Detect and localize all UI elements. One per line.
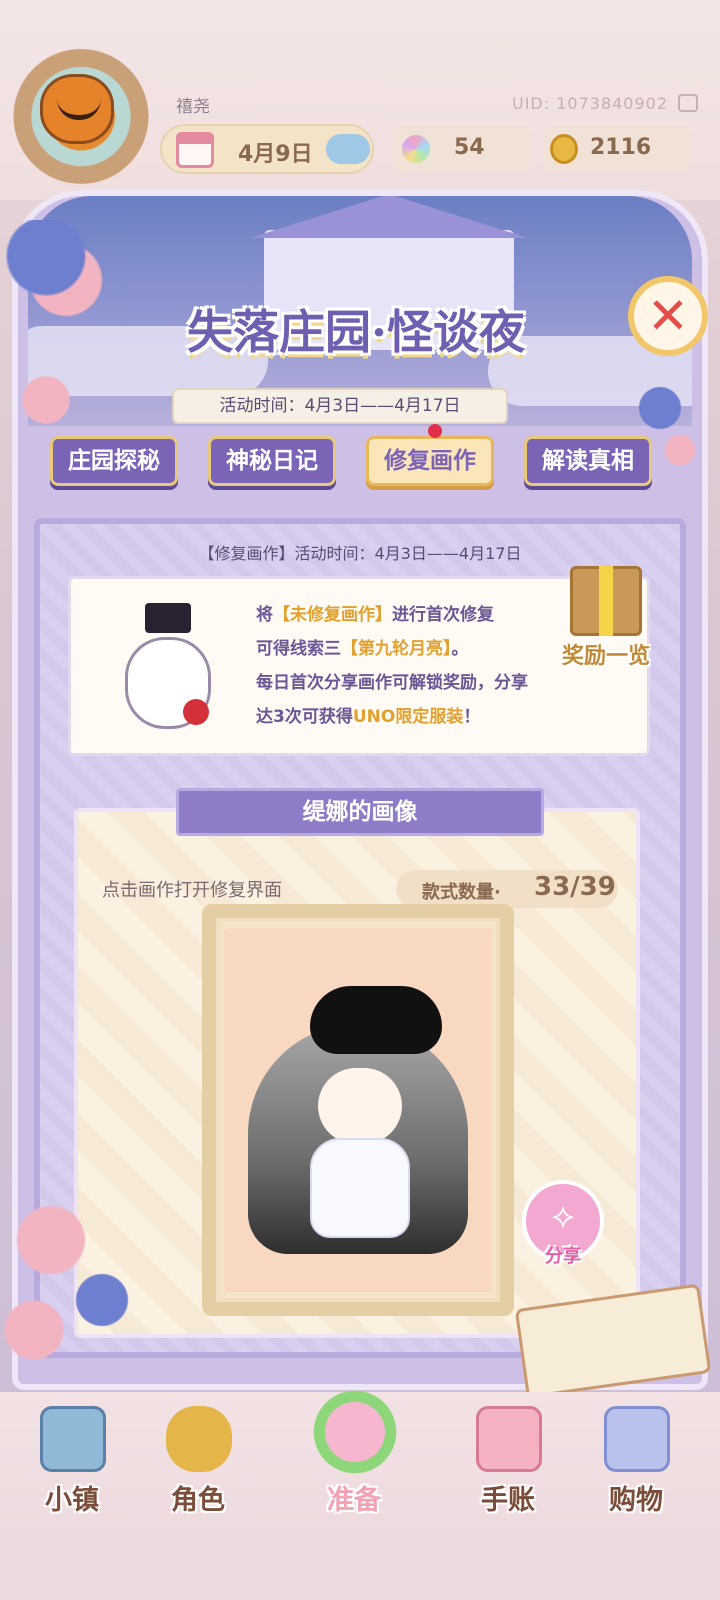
date-text: 4月9日 <box>238 142 313 167</box>
notification-dot <box>428 424 442 438</box>
portrait-beret <box>310 986 442 1054</box>
flower-decoration <box>0 1180 170 1380</box>
nav-town-label: 小镇 <box>45 1485 99 1516</box>
player-avatar[interactable] <box>6 34 156 184</box>
reward-list-button[interactable]: 奖励一览 <box>546 550 666 680</box>
gem-counter[interactable]: 54 <box>394 126 530 172</box>
gift-box-icon <box>570 566 642 636</box>
date-display[interactable]: 4月9日 <box>160 124 374 174</box>
nav-prepare-label: 准备 <box>327 1485 381 1516</box>
cloud-icon <box>326 134 370 164</box>
copy-icon[interactable] <box>678 94 698 112</box>
close-button[interactable]: ✕ <box>628 276 708 356</box>
style-count-badge: 款式数量· 33/39 <box>396 870 618 908</box>
event-title: 失落庄园·怪谈夜 <box>186 305 525 359</box>
map-icon <box>40 1406 106 1472</box>
coin-value: 2116 <box>590 135 652 160</box>
flower-gem-icon <box>402 135 430 163</box>
nav-prepare[interactable]: 准备 <box>300 1382 410 1538</box>
share-label: 分享 <box>545 1246 581 1267</box>
close-icon: ✕ <box>647 287 689 345</box>
event-tabs: 庄园探秘 神秘日记 修复画作 解读真相 <box>0 436 720 496</box>
shopping-bag-icon <box>604 1406 670 1472</box>
top-hat-icon <box>145 603 191 633</box>
nav-character-label: 角色 <box>171 1485 225 1516</box>
nav-character[interactable]: 角色 <box>148 1398 248 1538</box>
coin-icon <box>550 134 578 164</box>
nav-journal[interactable]: 手账 <box>458 1398 558 1538</box>
tab-decode-truth[interactable]: 解读真相 <box>524 436 652 486</box>
share-button[interactable]: ⟡ 分享 <box>522 1180 604 1276</box>
rose-icon <box>183 699 209 725</box>
nav-shop-label: 购物 <box>609 1485 663 1516</box>
bear-mascot-icon <box>115 603 221 733</box>
tab-restore-painting[interactable]: 修复画作 <box>366 436 494 486</box>
share-icon: ⟡ <box>551 1196 575 1236</box>
painting-title: 缇娜的画像 <box>176 788 544 836</box>
portrait-dress <box>310 1138 410 1238</box>
painting-hint: 点击画作打开修复界面 <box>102 880 282 901</box>
nav-shop[interactable]: 购物 <box>586 1398 686 1538</box>
gem-value: 54 <box>454 135 485 160</box>
bottom-strip <box>0 1540 720 1600</box>
prepare-icon <box>300 1382 410 1482</box>
portrait-face <box>318 1068 402 1144</box>
calendar-icon <box>176 132 214 168</box>
info-line-4: 达3次可获得UNO限定服装！ <box>256 707 481 727</box>
character-icon <box>166 1406 232 1472</box>
uid-label: UID: 1073840902 <box>512 94 669 113</box>
journal-icon <box>476 1406 542 1472</box>
style-count-label: 款式数量· <box>422 882 501 903</box>
pumpkin-avatar-icon <box>40 74 114 144</box>
coin-counter[interactable]: 2116 <box>544 126 690 172</box>
event-time: 活动时间：4月3日——4月17日 <box>172 388 508 424</box>
player-name: 禧尧 <box>176 97 210 117</box>
tab-manor-explore[interactable]: 庄园探秘 <box>50 436 178 486</box>
reward-list-label: 奖励一览 <box>561 644 650 669</box>
style-count-value: 33/39 <box>534 872 616 902</box>
nav-town[interactable]: 小镇 <box>22 1398 122 1538</box>
tab-mystery-diary[interactable]: 神秘日记 <box>208 436 336 486</box>
nav-journal-label: 手账 <box>481 1485 535 1516</box>
